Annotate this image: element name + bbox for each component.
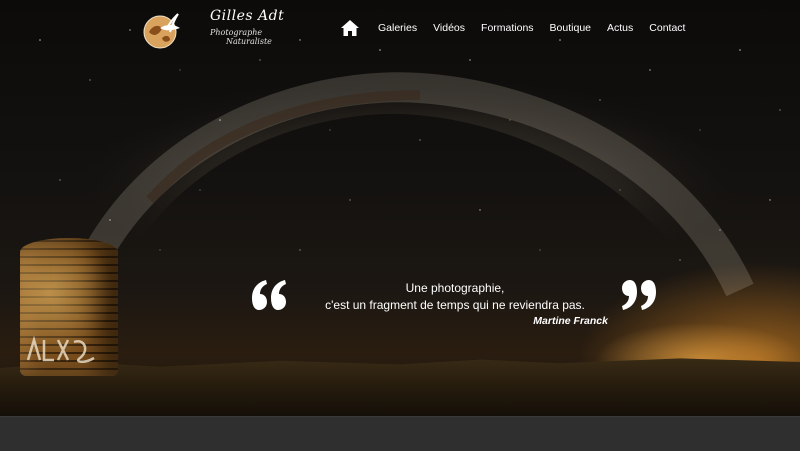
main-nav: Galeries Vidéos Formations Boutique Actu…: [340, 18, 685, 38]
quote-line-1: Une photographie,: [405, 281, 505, 295]
quote-author: Martine Franck: [533, 315, 608, 327]
site-logo[interactable]: Gilles Adt Photographe Naturaliste: [138, 6, 284, 52]
brand-subtitle-line1: Photographe: [210, 28, 263, 37]
close-quote-icon: [622, 280, 656, 310]
bird-globe-logo-icon: [143, 13, 180, 49]
nav-item-actus[interactable]: Actus: [607, 22, 633, 34]
footer-bar: [0, 416, 800, 451]
brand-name: Gilles Adt: [210, 8, 285, 24]
graffiti-mark: [26, 335, 95, 363]
quote-line-2: c'est un fragment de temps qui ne revien…: [325, 298, 585, 312]
hero-banner: Gilles Adt Photographe Naturaliste Galer…: [0, 0, 800, 416]
open-quote-icon: [252, 280, 286, 310]
nav-item-videos[interactable]: Vidéos: [433, 22, 465, 34]
nav-item-contact[interactable]: Contact: [649, 22, 685, 34]
nav-item-boutique[interactable]: Boutique: [550, 22, 591, 34]
grass-foreground: [0, 358, 800, 416]
brand-subtitle-line2: Naturaliste: [226, 37, 272, 46]
milky-way-background: [17, 24, 800, 320]
nav-item-formations[interactable]: Formations: [481, 22, 534, 34]
nav-item-galeries[interactable]: Galeries: [378, 22, 417, 34]
home-icon[interactable]: [340, 19, 360, 37]
